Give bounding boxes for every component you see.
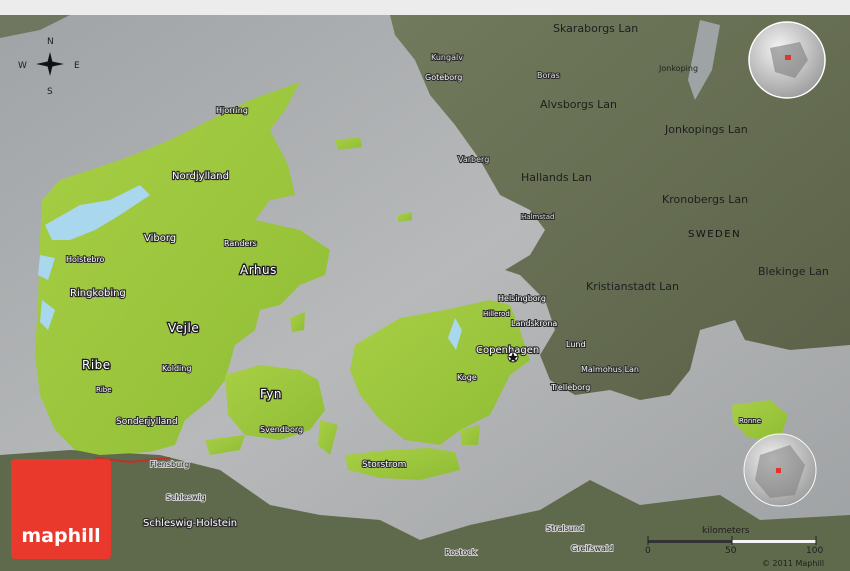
label-fyn: Fyn xyxy=(260,387,282,401)
city-schleswig: Schleswig xyxy=(166,493,206,502)
city-flensburg: Flensburg xyxy=(150,460,189,469)
logo-text: maphill xyxy=(21,525,101,547)
compass-w: W xyxy=(18,61,27,71)
label-storstrom: Storstrom xyxy=(362,460,406,470)
label-kristianstadt: Kristianstadt Lan xyxy=(586,280,679,293)
city-kolding: Kolding xyxy=(162,364,191,373)
city-boras: Boras xyxy=(537,71,560,80)
city-helsingborg: Helsingborg xyxy=(498,294,546,303)
city-ronne: Ronne xyxy=(739,417,761,425)
city-copenhagen: Copenhagen xyxy=(476,345,539,356)
label-schleswig-holstein: Schleswig-Holstein xyxy=(143,518,237,529)
maphill-logo[interactable]: maphill xyxy=(11,459,111,559)
compass-e: E xyxy=(74,61,80,71)
globe-inset xyxy=(748,21,826,99)
city-koge: Koge xyxy=(457,373,477,382)
label-sonderjylland: Sonderjylland xyxy=(116,417,178,427)
label-vejle: Vejle xyxy=(168,321,199,335)
city-randers: Randers xyxy=(224,239,257,248)
city-hjorring: Hjorring xyxy=(216,106,248,115)
city-landskrona: Landskrona xyxy=(511,319,557,328)
europe-marker xyxy=(776,468,781,473)
label-skaraborgs: Skaraborgs Lan xyxy=(553,22,638,35)
label-sweden: SWEDEN xyxy=(688,229,741,240)
compass-n: N xyxy=(47,37,54,47)
label-malmohus: Malmohus Lan xyxy=(581,365,639,374)
scale-bar-dark xyxy=(648,540,732,543)
city-hillerod: Hillerod xyxy=(483,310,510,318)
globe-marker xyxy=(785,55,791,60)
capital-marker-icon xyxy=(507,351,519,363)
label-ribe: Ribe xyxy=(82,358,111,372)
city-trelleborg: Trelleborg xyxy=(550,383,590,392)
city-ribe: Ribe xyxy=(96,386,112,394)
map-canvas: N S E W kilometers 0 50 100 © 2011 Maphi… xyxy=(0,0,850,571)
city-kungalv: Kungalv xyxy=(431,53,463,62)
label-jonkopings: Jonkopings Lan xyxy=(664,123,748,136)
copyright: © 2011 Maphill xyxy=(762,559,824,568)
scale-label-50: 50 xyxy=(725,546,737,556)
scale-label-0: 0 xyxy=(645,546,651,556)
city-greifswald: Greifswald xyxy=(571,544,613,553)
city-stralsund: Stralsund xyxy=(546,524,584,533)
label-arhus: Arhus xyxy=(240,263,277,277)
label-alvsborgs: Alvsborgs Lan xyxy=(540,98,617,111)
city-lund: Lund xyxy=(566,340,586,349)
label-ringkobing: Ringkobing xyxy=(70,288,126,299)
city-halmstad: Halmstad xyxy=(521,213,554,221)
city-goteborg: Goteborg xyxy=(425,73,462,82)
europe-inset xyxy=(743,433,817,507)
compass-s: S xyxy=(47,87,53,97)
city-viborg: Viborg xyxy=(144,233,176,244)
city-holstebro: Holstebro xyxy=(66,255,105,264)
city-jonkoping: Jonkoping xyxy=(658,64,698,73)
scale-label-100: 100 xyxy=(806,546,823,556)
map-view[interactable]: N S E W kilometers 0 50 100 © 2011 Maphi… xyxy=(0,0,850,571)
label-nordjylland: Nordjylland xyxy=(172,171,229,182)
city-rostock: Rostock xyxy=(445,548,477,557)
label-kronobergs: Kronobergs Lan xyxy=(662,193,748,206)
city-svendborg: Svendborg xyxy=(260,425,303,434)
label-hallands: Hallands Lan xyxy=(521,171,592,184)
top-margin xyxy=(0,0,850,15)
scale-title: kilometers xyxy=(702,526,750,536)
city-varberg: Varberg xyxy=(458,155,489,164)
label-blekinge: Blekinge Lan xyxy=(758,265,829,278)
